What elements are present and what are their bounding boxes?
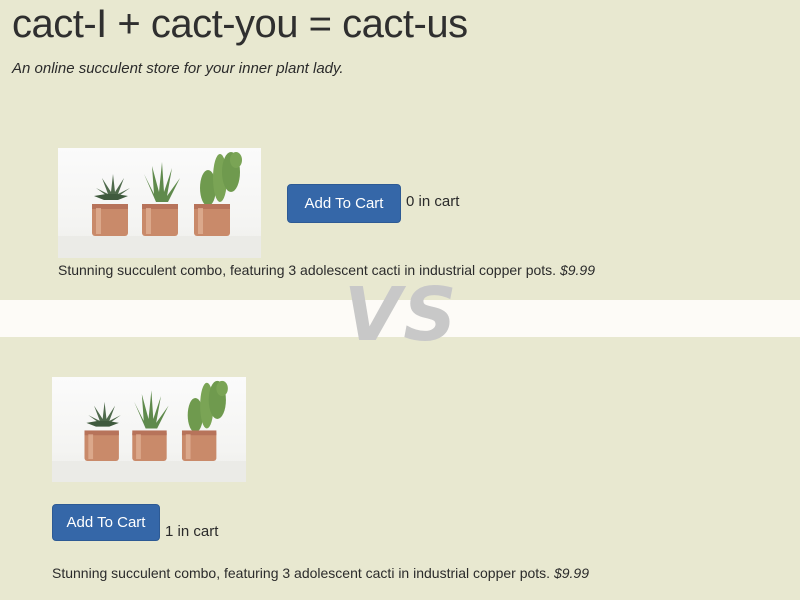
product-image-cacti bbox=[58, 148, 261, 258]
description-text: Stunning succulent combo, featuring 3 ad… bbox=[58, 262, 557, 278]
description-text: Stunning succulent combo, featuring 3 ad… bbox=[52, 565, 551, 581]
page-title: cact-I + cact-you = cact-us bbox=[12, 2, 468, 46]
page-tagline: An online succulent store for your inner… bbox=[12, 60, 344, 77]
product-description: Stunning succulent combo, featuring 3 ad… bbox=[58, 262, 595, 278]
cart-count: 0 in cart bbox=[406, 193, 460, 210]
product-image-cacti bbox=[52, 377, 246, 482]
vs-label: VS bbox=[344, 272, 459, 358]
add-to-cart-button[interactable]: Add To Cart bbox=[52, 504, 160, 541]
product-price: $9.99 bbox=[559, 262, 596, 278]
product-price: $9.99 bbox=[553, 565, 590, 581]
cart-count: 1 in cart bbox=[165, 523, 219, 540]
product-description: Stunning succulent combo, featuring 3 ad… bbox=[52, 565, 589, 581]
add-to-cart-button[interactable]: Add To Cart bbox=[287, 184, 401, 223]
